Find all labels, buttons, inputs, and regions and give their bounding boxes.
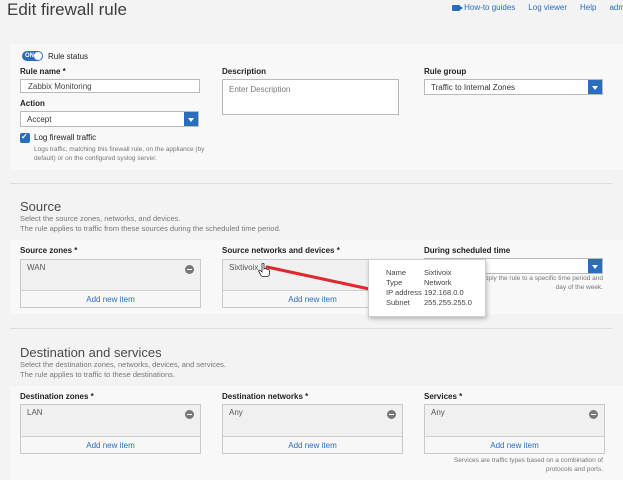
- tooltip-value: Network: [424, 278, 452, 287]
- source-desc-1: Select the source zones, networks, and d…: [20, 214, 181, 223]
- hand-cursor-icon: [258, 263, 270, 277]
- rule-group-label: Rule group: [424, 67, 467, 76]
- rule-name-input[interactable]: Zabbix Monitoring: [20, 79, 200, 93]
- toggle-state: ON: [25, 53, 34, 59]
- log-traffic-help: Logs traffic, matching this firewall rul…: [34, 146, 205, 162]
- add-new-item-button[interactable]: Add new item: [425, 436, 604, 453]
- remove-icon[interactable]: [185, 410, 194, 419]
- video-icon: [452, 5, 464, 11]
- chevron-down-icon: [184, 112, 198, 126]
- chevron-down-icon: [588, 80, 602, 94]
- tooltip-row: Type Network: [386, 278, 452, 287]
- services-note: Services are traffic types based on a co…: [453, 457, 603, 473]
- tooltip-row: Name Sixtivoix: [386, 268, 452, 277]
- services-label: Services *: [424, 392, 463, 401]
- action-select[interactable]: Accept: [20, 111, 199, 127]
- rule-status-label: Rule status: [48, 52, 89, 61]
- how-to-guides-link[interactable]: How-to guides: [452, 3, 515, 12]
- destination-desc-1: Select the destination zones, networks, …: [20, 360, 226, 369]
- remove-icon[interactable]: [589, 410, 598, 419]
- tooltip-key: Subnet: [386, 298, 410, 307]
- log-viewer-link[interactable]: Log viewer: [528, 3, 567, 12]
- destination-zones-label: Destination zones *: [20, 392, 94, 401]
- source-desc-2: The rule applies to traffic from these s…: [20, 224, 281, 233]
- tooltip-value: Sixtivoix: [424, 268, 452, 277]
- list-item: WAN: [27, 263, 46, 272]
- destination-networks-label: Destination networks *: [222, 392, 309, 401]
- top-links: How-to guides Log viewer Help adm: [439, 3, 623, 12]
- rule-group-value: Traffic to Internal Zones: [431, 83, 516, 92]
- source-title: Source: [20, 199, 62, 214]
- destination-zones-list: LAN Add new item: [20, 404, 201, 454]
- destination-networks-list: Any Add new item: [222, 404, 403, 454]
- list-item: Sixtivoix: [229, 263, 259, 272]
- rule-name-label: Rule name *: [20, 67, 66, 76]
- network-tooltip: Name Sixtivoix Type Network IP address 192.…: [368, 259, 486, 317]
- divider: [10, 328, 612, 329]
- list-item: LAN: [27, 408, 43, 417]
- tooltip-key: IP address: [386, 288, 422, 297]
- arrow-line: [265, 265, 376, 292]
- source-zones-label: Source zones *: [20, 246, 78, 255]
- rule-status-toggle[interactable]: ON: [22, 51, 43, 61]
- tooltip-key: Type: [386, 278, 403, 287]
- tooltip-value: 255.255.255.0: [424, 298, 472, 307]
- destination-title: Destination and services: [20, 345, 162, 360]
- help-link[interactable]: Help: [580, 3, 596, 12]
- services-list: Any Add new item: [424, 404, 605, 454]
- list-item: Any: [431, 408, 445, 417]
- schedule-label: During scheduled time: [424, 246, 511, 255]
- description-textarea[interactable]: Enter Description: [222, 79, 399, 115]
- rule-group-select[interactable]: Traffic to Internal Zones: [424, 79, 603, 95]
- remove-icon[interactable]: [387, 410, 396, 419]
- add-new-item-button[interactable]: Add new item: [21, 290, 200, 307]
- source-networks-label: Source networks and devices *: [222, 246, 340, 255]
- tooltip-row: Subnet 255.255.255.0: [386, 298, 472, 307]
- tooltip-key: Name: [386, 268, 407, 277]
- remove-icon[interactable]: [185, 265, 194, 274]
- action-label: Action: [20, 99, 45, 108]
- log-traffic-checkbox[interactable]: [20, 132, 30, 143]
- page-title: Edit firewall rule: [7, 0, 127, 19]
- schedule-note: Apply the rule to a specific time period…: [480, 275, 603, 291]
- destination-desc-2: The rule applies to traffic to these des…: [20, 370, 175, 379]
- chevron-down-icon: [588, 259, 602, 273]
- list-item: Any: [229, 408, 243, 417]
- tooltip-value: 192.168.0.0: [424, 288, 464, 297]
- divider: [10, 183, 612, 184]
- tooltip-row: IP address 192.168.0.0: [386, 288, 464, 297]
- add-new-item-button[interactable]: Add new item: [223, 436, 402, 453]
- add-new-item-button[interactable]: Add new item: [21, 436, 200, 453]
- admin-menu[interactable]: adm: [609, 3, 623, 12]
- description-label: Description: [222, 67, 267, 76]
- log-traffic-label: Log firewall traffic: [34, 133, 97, 142]
- action-value: Accept: [27, 115, 52, 124]
- source-zones-list: WAN Add new item: [20, 259, 201, 308]
